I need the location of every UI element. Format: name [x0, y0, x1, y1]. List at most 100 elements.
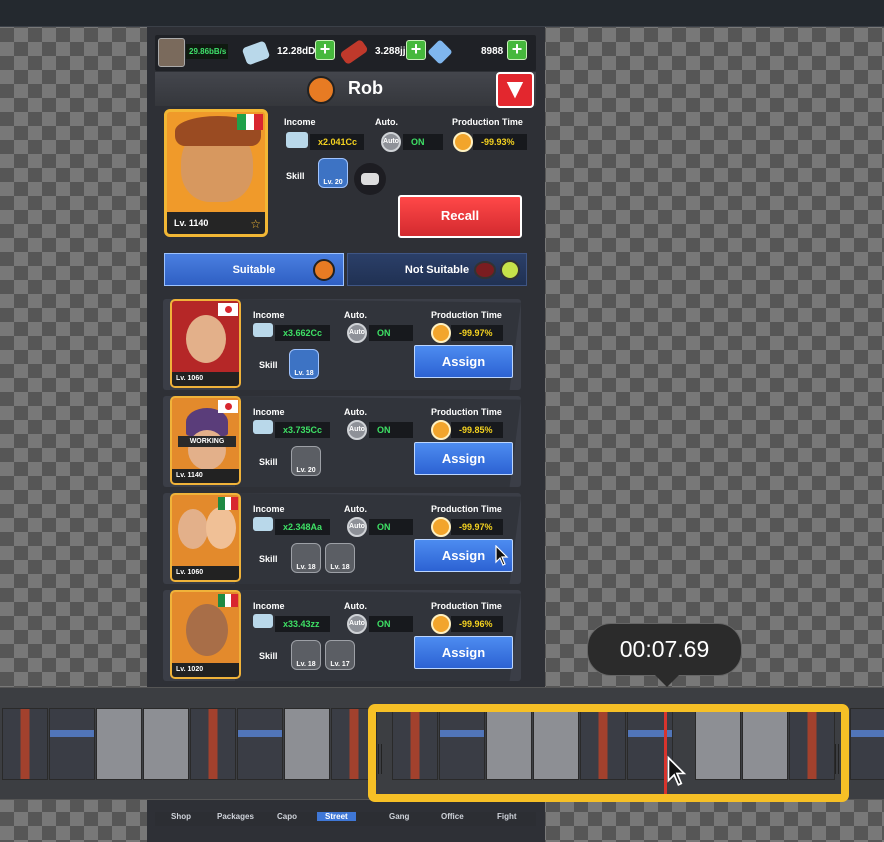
- mexico-flag-icon: [218, 594, 239, 607]
- timeline-thumbnail: [49, 708, 95, 780]
- income-rate: 29.86bB/s: [186, 44, 228, 59]
- recall-button[interactable]: Recall: [398, 195, 522, 238]
- auto-status: ON: [369, 519, 413, 535]
- down-arrow-icon[interactable]: ▼: [496, 72, 534, 108]
- auto-status: ON: [403, 134, 443, 150]
- skill-level: Lv. 17: [330, 661, 350, 668]
- tab-suitable-label: Suitable: [232, 264, 276, 276]
- plus-icon[interactable]: +: [507, 40, 527, 60]
- candidate-card: Lv. 1020 Income x33.43zz Auto. Auto ON P…: [163, 590, 521, 681]
- timeline-thumbnail: [850, 708, 884, 780]
- timeline-thumbnail: [96, 708, 142, 780]
- skill-label: Skill: [259, 360, 278, 370]
- tab-not-suitable-label: Not Suitable: [404, 264, 470, 276]
- diamond-amount: 8988: [481, 46, 504, 57]
- skill-level: Lv. 20: [323, 179, 343, 186]
- income-label: Income: [253, 504, 285, 514]
- plus-icon[interactable]: +: [315, 40, 335, 60]
- production-label: Production Time: [431, 504, 502, 514]
- candidate-level: Lv. 1060: [172, 566, 239, 580]
- mouse-cursor-icon: [495, 545, 509, 566]
- assign-button[interactable]: Assign: [414, 442, 513, 475]
- player-avatar[interactable]: [158, 38, 185, 67]
- bottom-nav: Shop Packages Capo Street Gang Office Fi…: [155, 812, 536, 826]
- hat-icon: [474, 261, 496, 279]
- skill-icon[interactable]: Lv. 20: [318, 158, 348, 188]
- trim-selection[interactable]: [368, 704, 849, 802]
- production-value: -99.97%: [451, 519, 503, 535]
- candidate-level: Lv. 1140: [172, 469, 239, 483]
- skill-icon[interactable]: Lv. 20: [291, 446, 321, 476]
- skill-level: Lv. 18: [296, 564, 316, 571]
- candidate-level: Lv. 1060: [172, 372, 239, 386]
- assign-button[interactable]: Assign: [414, 345, 513, 378]
- page-title: Rob: [348, 78, 383, 98]
- nav-gang[interactable]: Gang: [389, 812, 409, 821]
- income-value: x3.735Cc: [275, 422, 330, 438]
- trim-handle-right[interactable]: [835, 744, 839, 774]
- skill-icon[interactable]: Lv. 18: [291, 543, 321, 573]
- candidate-portrait[interactable]: Lv. 1060: [170, 493, 241, 582]
- japan-flag-icon: [218, 303, 238, 316]
- plus-icon[interactable]: +: [406, 40, 426, 60]
- income-value: x33.43zz: [275, 616, 330, 632]
- timeline-thumbnail: [284, 708, 330, 780]
- production-label: Production Time: [431, 601, 502, 611]
- production-value: -99.97%: [451, 325, 503, 341]
- diamond-icon: [427, 39, 453, 65]
- auto-icon: Auto: [347, 323, 367, 343]
- clock-icon: [431, 323, 451, 343]
- production-value: -99.93%: [473, 134, 527, 150]
- income-value: x3.662Cc: [275, 325, 330, 341]
- clock-icon: [431, 614, 451, 634]
- skill-icon[interactable]: Lv. 18: [325, 543, 355, 573]
- nav-shop[interactable]: Shop: [171, 812, 191, 821]
- top-toolbar: [0, 0, 884, 27]
- auto-icon: Auto: [347, 420, 367, 440]
- auto-label: Auto.: [344, 407, 367, 417]
- dynamite-icon: [339, 38, 369, 66]
- nav-street[interactable]: Street: [317, 812, 356, 821]
- auto-icon: Auto: [347, 614, 367, 634]
- timeline-thumbnail: [190, 708, 236, 780]
- assign-button[interactable]: Assign: [414, 636, 513, 669]
- income-label: Income: [284, 117, 316, 127]
- rob-icon: [307, 76, 335, 104]
- cash-icon: [253, 323, 273, 337]
- candidate-portrait[interactable]: WORKING Lv. 1140: [170, 396, 241, 485]
- skill-icon[interactable]: Lv. 18: [291, 640, 321, 670]
- auto-status: ON: [369, 616, 413, 632]
- trim-handle-left[interactable]: [378, 744, 382, 774]
- candidate-portrait[interactable]: Lv. 1060: [170, 299, 241, 388]
- resource-bar: 29.86bB/s 12.28dD + 3.288jj + 8988 +: [155, 35, 536, 71]
- video-timeline[interactable]: [0, 687, 884, 802]
- candidate-card: Lv. 1060 Income x3.662Cc Auto. Auto ON P…: [163, 299, 521, 390]
- nav-capo[interactable]: Capo: [277, 812, 297, 821]
- skill-icon[interactable]: Lv. 17: [325, 640, 355, 670]
- rob-icon: [313, 259, 335, 281]
- cash-icon: [241, 40, 271, 66]
- clock-icon: [431, 517, 451, 537]
- nav-packages[interactable]: Packages: [217, 812, 254, 821]
- production-label: Production Time: [452, 117, 523, 127]
- candidate-level: Lv. 1020: [172, 663, 239, 677]
- japan-flag-icon: [218, 400, 238, 413]
- candidate-portrait[interactable]: Lv. 1020: [170, 590, 241, 679]
- current-worker-portrait[interactable]: Lv. 1140 ☆: [164, 109, 268, 237]
- dynamite-amount: 3.288jj: [375, 46, 406, 57]
- nav-fight[interactable]: Fight: [497, 812, 517, 821]
- cash-icon: [253, 614, 273, 628]
- skill-label: Skill: [286, 171, 305, 181]
- cash-icon: [286, 132, 308, 148]
- chat-icon[interactable]: [354, 163, 386, 195]
- auto-icon: Auto: [347, 517, 367, 537]
- skill-label: Skill: [259, 651, 278, 661]
- income-label: Income: [253, 601, 285, 611]
- skill-level: Lv. 20: [296, 467, 316, 474]
- nav-office[interactable]: Office: [441, 812, 464, 821]
- skill-icon[interactable]: Lv. 18: [289, 349, 319, 379]
- tab-not-suitable[interactable]: Not Suitable: [347, 253, 527, 286]
- lightbulb-icon: [500, 260, 520, 280]
- production-value: -99.96%: [451, 616, 503, 632]
- tab-suitable[interactable]: Suitable: [164, 253, 344, 286]
